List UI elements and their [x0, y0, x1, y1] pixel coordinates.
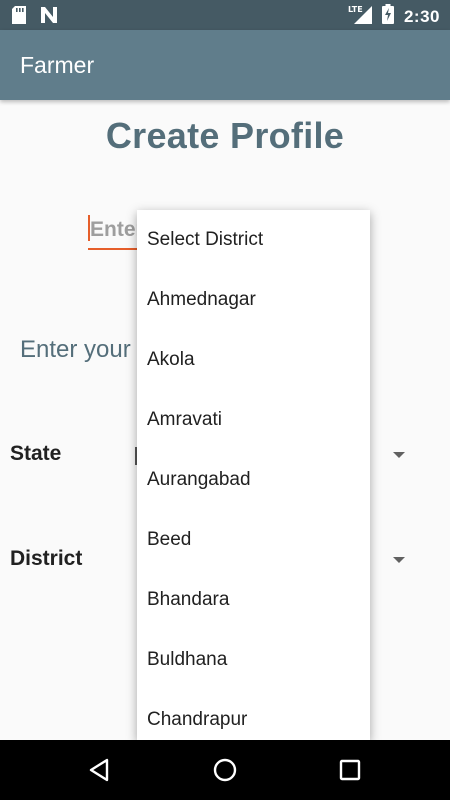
dropdown-item-chandrapur[interactable]: Chandrapur	[137, 690, 370, 740]
clock-time: 2:30	[403, 6, 440, 26]
svg-text:LTE: LTE	[348, 5, 363, 14]
navigation-bar	[0, 740, 450, 800]
back-icon[interactable]	[85, 755, 115, 785]
state-label: State	[10, 442, 62, 465]
dropdown-item-select-district[interactable]: Select District	[137, 210, 370, 270]
app-title: Farmer	[20, 52, 95, 78]
district-dropdown-arrow-icon[interactable]	[393, 557, 405, 563]
dropdown-item-akola[interactable]: Akola	[137, 330, 370, 390]
status-bar: LTE 2:30	[0, 0, 450, 30]
district-label: District	[10, 547, 83, 570]
enter-your-label: Enter your	[20, 336, 131, 363]
dropdown-item-amravati[interactable]: Amravati	[137, 390, 370, 450]
notification-n-icon	[40, 6, 58, 29]
sd-card-icon	[12, 6, 26, 29]
dropdown-item-ahmednagar[interactable]: Ahmednagar	[137, 270, 370, 330]
name-input-placeholder: Enter	[90, 218, 144, 241]
recents-icon[interactable]	[335, 755, 365, 785]
page-title: Create Profile	[105, 115, 345, 156]
battery-charging-icon	[381, 4, 394, 29]
state-dropdown-arrow-icon[interactable]	[393, 452, 405, 458]
district-dropdown-list[interactable]: Select District Ahmednagar Akola Amravat…	[137, 210, 370, 740]
lte-signal-icon: LTE	[348, 4, 372, 29]
dropdown-item-bhandara[interactable]: Bhandara	[137, 570, 370, 630]
app-bar: Farmer	[0, 30, 450, 100]
dropdown-item-buldhana[interactable]: Buldhana	[137, 630, 370, 690]
dropdown-item-aurangabad[interactable]: Aurangabad	[137, 450, 370, 510]
home-icon[interactable]	[210, 755, 240, 785]
dropdown-item-beed[interactable]: Beed	[137, 510, 370, 570]
